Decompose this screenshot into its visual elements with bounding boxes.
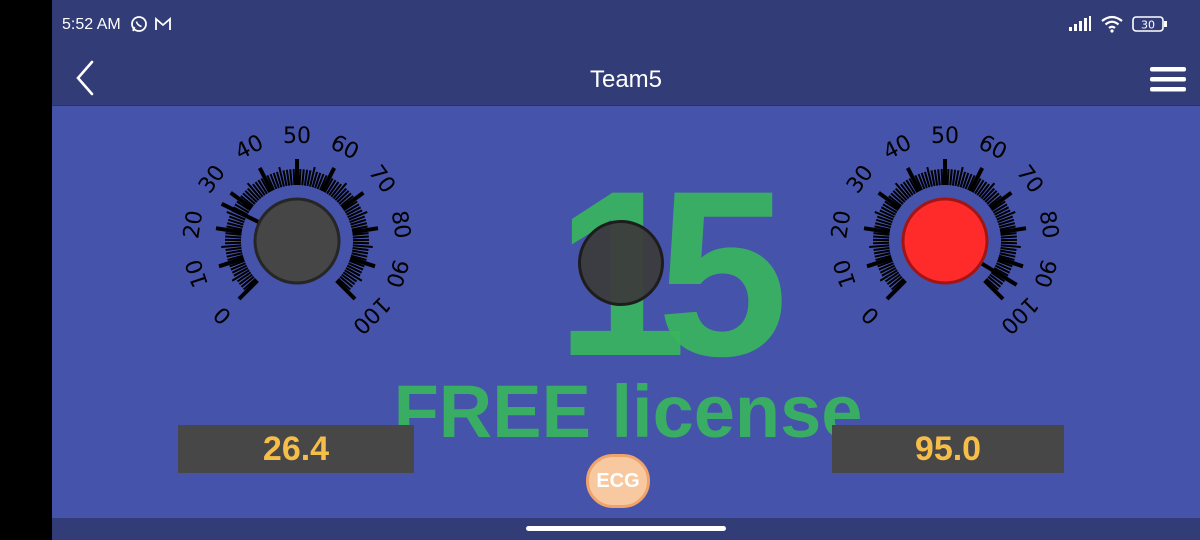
- right-gauge-tick: [873, 235, 890, 239]
- right-gauge-tick: [873, 241, 890, 245]
- left-gauge-tick: [298, 169, 302, 186]
- left-gauge-tick-label: 20: [179, 209, 208, 241]
- right-gauge-tick: [946, 169, 950, 186]
- right-value-readout: 95.0: [832, 425, 1064, 473]
- right-gauge-tick: [1000, 244, 1021, 248]
- left-gauge-tick: [225, 235, 242, 239]
- right-gauge-tick-label: 70: [1011, 161, 1048, 198]
- whatsapp-icon: [131, 16, 147, 32]
- left-gauge-tick-label: 30: [194, 161, 231, 198]
- left-gauge[interactable]: 0 10 20 30 40 50 60 70 80 90 100: [152, 116, 442, 376]
- left-gauge-knob[interactable]: [253, 197, 341, 285]
- right-gauge-tick: [869, 244, 890, 248]
- left-gauge-tick: [225, 247, 242, 252]
- right-gauge-tick: [940, 169, 944, 186]
- right-gauge-tick: [1000, 235, 1017, 239]
- right-gauge-tick: [873, 247, 890, 252]
- ecg-button[interactable]: ECG: [586, 454, 650, 508]
- left-gauge-tick: [292, 169, 296, 186]
- right-gauge-tick-label: 0: [857, 301, 885, 329]
- hamburger-menu-icon: [1150, 67, 1186, 92]
- home-indicator[interactable]: [526, 526, 726, 531]
- left-gauge-tick: [289, 169, 293, 186]
- left-gauge-tick: [221, 244, 242, 248]
- left-gauge-tick-label: 90: [380, 256, 412, 290]
- battery-level: 30: [1141, 19, 1155, 32]
- navigation-bar: [52, 518, 1200, 540]
- right-gauge-tick-label: 50: [931, 124, 959, 149]
- right-gauge-tick-label: 80: [1034, 209, 1063, 241]
- left-gauge-tick-label: 80: [386, 209, 415, 241]
- left-gauge-tick-label: 0: [209, 301, 237, 329]
- left-gauge-tick: [303, 169, 309, 186]
- right-gauge-tick-label: 40: [879, 130, 915, 165]
- menu-button[interactable]: [1148, 62, 1188, 96]
- battery-icon: 30: [1132, 16, 1167, 32]
- left-gauge-tick-label: 60: [326, 130, 362, 165]
- signal-icon: [1069, 16, 1091, 31]
- left-gauge-tick: [352, 244, 373, 248]
- right-gauge-tick: [1000, 241, 1017, 245]
- right-gauge-tick: [1000, 247, 1017, 252]
- right-gauge-tick-label: 20: [827, 209, 856, 241]
- app-title: Team5: [589, 66, 663, 93]
- left-gauge-tick: [352, 241, 369, 245]
- right-gauge-tick-label: 60: [974, 130, 1010, 165]
- phone-screen: 5:52 AM 30 Team5 0 10 20 30 40 50 60 70 …: [52, 0, 1200, 540]
- status-time: 5:52 AM: [62, 16, 121, 33]
- wifi-icon: [1101, 15, 1123, 33]
- left-gauge-tick: [225, 241, 242, 245]
- left-value-readout: 26.4: [178, 425, 414, 473]
- left-gauge-tick: [352, 235, 369, 239]
- left-gauge-tick: [352, 247, 369, 252]
- license-watermark-text: FREE license: [393, 370, 863, 453]
- left-gauge-tick-label: 70: [363, 161, 400, 198]
- left-gauge-tick: [301, 169, 305, 186]
- left-gauge-tick-label: 10: [181, 256, 213, 290]
- right-gauge-tick-label: 30: [842, 161, 879, 198]
- right-gauge-knob[interactable]: [901, 197, 989, 285]
- right-gauge-tick: [937, 169, 941, 186]
- left-gauge-tick: [285, 169, 291, 186]
- main-content: 0 10 20 30 40 50 60 70 80 90 100 0 10 20 30 40 50 60 70 80…: [52, 106, 1200, 518]
- status-bar: 5:52 AM 30: [52, 0, 1200, 52]
- right-gauge-tick: [933, 169, 939, 186]
- center-knob: [578, 220, 664, 306]
- right-gauge[interactable]: 0 10 20 30 40 50 60 70 80 90 100: [800, 116, 1090, 376]
- app-bar: Team5: [52, 52, 1200, 106]
- left-gauge-tick-label: 50: [283, 124, 311, 149]
- right-gauge-tick: [949, 169, 953, 186]
- right-gauge-tick-label: 10: [829, 256, 861, 290]
- right-gauge-tick: [951, 169, 957, 186]
- gmail-icon: [155, 17, 171, 30]
- left-gauge-tick-label: 40: [231, 130, 267, 165]
- right-gauge-tick-label: 90: [1028, 256, 1060, 290]
